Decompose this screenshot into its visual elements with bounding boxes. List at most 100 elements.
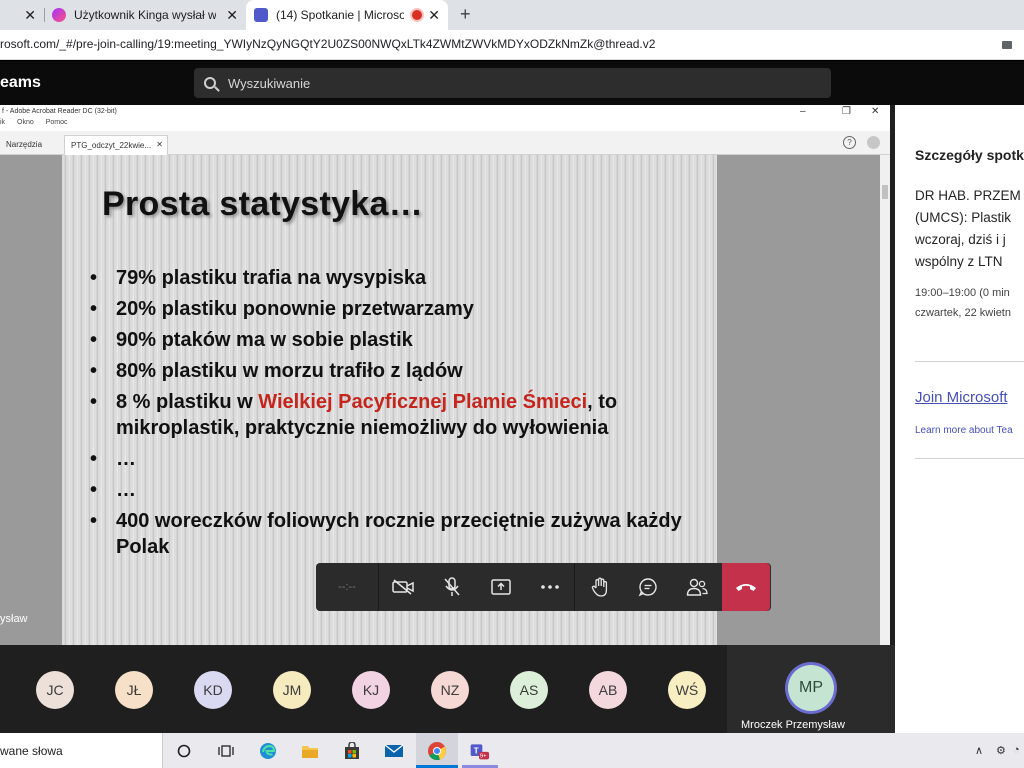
acrobat-menu-bar: ik Okno Pomoc bbox=[0, 119, 890, 131]
camera-off-button[interactable] bbox=[379, 563, 428, 611]
active-speaker-avatar: MP bbox=[788, 665, 834, 711]
search-input[interactable]: Wyszukiwanie bbox=[194, 68, 831, 98]
address-bar[interactable]: rosoft.com/_#/pre-join-calling/19:meetin… bbox=[0, 30, 1024, 60]
url-text[interactable]: rosoft.com/_#/pre-join-calling/19:meetin… bbox=[0, 37, 655, 51]
svg-text:T: T bbox=[474, 746, 479, 756]
taskbar-search-text: wane słowa bbox=[0, 744, 63, 758]
menu-item[interactable]: Pomoc bbox=[46, 119, 68, 126]
close-icon[interactable]: ✕ bbox=[871, 106, 879, 117]
minimize-icon[interactable]: – bbox=[800, 106, 806, 117]
presenter-label: ysław bbox=[0, 613, 28, 625]
meeting-time: 19:00–19:00 (0 min czwartek, 22 kwietn bbox=[915, 283, 1011, 323]
teams-taskbar-icon[interactable]: T 9+ bbox=[469, 741, 489, 761]
description-line: (UMCS): Plastik bbox=[915, 210, 1012, 225]
participant-avatar[interactable]: AB bbox=[589, 671, 627, 709]
vertical-scrollbar[interactable] bbox=[880, 155, 890, 645]
people-icon bbox=[686, 578, 708, 596]
bullet-prefix: 8 % plastiku w bbox=[116, 391, 259, 413]
bullet-item: … bbox=[90, 477, 710, 503]
mic-off-icon bbox=[444, 577, 460, 596]
close-icon[interactable]: ✕ bbox=[156, 140, 163, 149]
participant-avatar[interactable]: JC bbox=[36, 671, 74, 709]
file-explorer-icon[interactable] bbox=[300, 741, 320, 761]
teams-header: eams Wyszukiwanie bbox=[0, 61, 1024, 105]
participant-avatar[interactable]: AS bbox=[510, 671, 548, 709]
browser-tab-pinned[interactable]: ✕ bbox=[0, 0, 44, 30]
scrollbar-thumb[interactable] bbox=[882, 185, 888, 199]
taskbar-search[interactable]: wane słowa bbox=[0, 733, 163, 768]
new-tab-button[interactable]: + bbox=[460, 4, 471, 25]
hang-up-icon bbox=[735, 584, 756, 591]
divider bbox=[915, 361, 1024, 362]
teams-icon bbox=[254, 8, 268, 22]
tab-title: Użytkownik Kinga wysłał wiadomość bbox=[74, 8, 216, 22]
tab-tools[interactable]: Narzędzia bbox=[0, 135, 48, 155]
bullet-item-highlight: 8 % plastiku w Wielkiej Pacyficznej Plam… bbox=[90, 389, 710, 441]
close-icon[interactable]: ✕ bbox=[226, 8, 238, 22]
description-line: wczoraj, dziś i j bbox=[915, 232, 1006, 247]
close-icon[interactable]: ✕ bbox=[428, 8, 440, 22]
bullet-list: 79% plastiku trafia na wysypiska 20% pla… bbox=[90, 265, 710, 565]
chat-icon bbox=[638, 578, 657, 597]
edge-icon[interactable] bbox=[258, 741, 278, 761]
shared-screen: f - Adobe Acrobat Reader DC (32-bit) – ❐… bbox=[0, 105, 895, 645]
browser-tab-teams[interactable]: (14) Spotkanie | Microsoft Teams ✕ bbox=[246, 0, 448, 30]
screen: ✕ Użytkownik Kinga wysłał wiadomość ✕ (1… bbox=[0, 0, 1024, 768]
task-view-icon[interactable] bbox=[216, 741, 236, 761]
store-icon[interactable] bbox=[342, 741, 362, 761]
tray-icon[interactable]: ⚙ bbox=[996, 744, 1006, 757]
bullet-item: … bbox=[90, 446, 710, 472]
active-speaker-name: Mroczek Przemysław bbox=[741, 719, 845, 731]
leave-call-button[interactable] bbox=[721, 563, 770, 611]
menu-item[interactable]: Okno bbox=[17, 119, 34, 126]
camera-off-icon bbox=[392, 579, 415, 595]
tab-document[interactable]: PTG_odczyt_22kwie... ✕ bbox=[64, 135, 168, 155]
network-icon[interactable]: ◔ bbox=[1013, 744, 1020, 756]
participant-avatar[interactable]: NZ bbox=[431, 671, 469, 709]
chat-button[interactable] bbox=[624, 563, 673, 611]
meeting-description: DR HAB. PRZEM (UMCS): Plastik wczoraj, d… bbox=[915, 185, 1024, 273]
participant-avatar[interactable]: KD bbox=[194, 671, 232, 709]
participant-avatar[interactable]: KJ bbox=[352, 671, 390, 709]
menu-item[interactable]: ik bbox=[0, 119, 5, 126]
browser-tab-strip: ✕ Użytkownik Kinga wysłał wiadomość ✕ (1… bbox=[0, 0, 1024, 30]
cortana-icon[interactable] bbox=[174, 741, 194, 761]
raise-hand-button[interactable] bbox=[575, 563, 624, 611]
camera-icon[interactable] bbox=[1002, 41, 1012, 49]
recording-icon bbox=[412, 10, 422, 20]
meeting-timer: --:-- bbox=[316, 563, 379, 611]
share-screen-icon bbox=[491, 579, 511, 595]
user-icon[interactable] bbox=[867, 136, 880, 149]
meeting-date: czwartek, 22 kwietn bbox=[915, 307, 1011, 319]
bullet-highlight: Wielkiej Pacyficznej Plamie Śmieci bbox=[258, 391, 588, 413]
browser-tab-messenger[interactable]: Użytkownik Kinga wysłał wiadomość ✕ bbox=[44, 0, 246, 30]
participant-avatar[interactable]: WŚ bbox=[668, 671, 706, 709]
join-link[interactable]: Join Microsoft bbox=[915, 389, 1008, 406]
more-actions-button[interactable] bbox=[525, 563, 574, 611]
time-range: 19:00–19:00 (0 min bbox=[915, 287, 1010, 299]
acrobat-tabs: Narzędzia PTG_odczyt_22kwie... ✕ ? bbox=[0, 131, 890, 155]
bullet-item: 80% plastiku w morzu trafiło z lądów bbox=[90, 358, 710, 384]
participants-button[interactable] bbox=[673, 563, 722, 611]
close-icon[interactable]: ✕ bbox=[24, 8, 36, 22]
mail-icon[interactable] bbox=[384, 741, 404, 761]
learn-more-link[interactable]: Learn more about Tea bbox=[915, 425, 1013, 436]
bullet-item: 20% plastiku ponownie przetwarzamy bbox=[90, 296, 710, 322]
chevron-up-icon[interactable]: ∧ bbox=[975, 744, 983, 757]
details-title: Szczegóły spotkania bbox=[915, 147, 1024, 163]
description-line: wspólny z LTN bbox=[915, 254, 1003, 269]
tab-title: (14) Spotkanie | Microsoft Teams bbox=[276, 8, 404, 22]
help-icon[interactable]: ? bbox=[843, 136, 856, 149]
slide-title: Prosta statystyka… bbox=[102, 185, 423, 223]
share-screen-button[interactable] bbox=[477, 563, 526, 611]
bullet-item: 79% plastiku trafia na wysypiska bbox=[90, 265, 710, 291]
chrome-icon[interactable] bbox=[427, 741, 447, 761]
active-speaker-tile[interactable]: MP Mroczek Przemysław bbox=[727, 645, 895, 733]
teams-badge: 9+ bbox=[480, 754, 487, 760]
participant-avatar[interactable]: JM bbox=[273, 671, 311, 709]
windows-taskbar: wane słowa T 9+ ∧ ⚙ ◔ bbox=[0, 733, 1024, 768]
restore-icon[interactable]: ❐ bbox=[842, 106, 851, 117]
participant-avatar[interactable]: JŁ bbox=[115, 671, 153, 709]
mute-button[interactable] bbox=[428, 563, 477, 611]
search-placeholder: Wyszukiwanie bbox=[228, 75, 311, 91]
